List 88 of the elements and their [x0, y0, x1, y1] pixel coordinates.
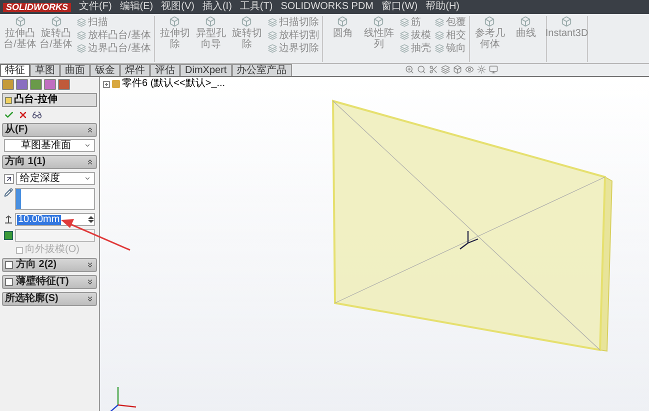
caret-icon [84, 142, 91, 149]
ribbon-tab[interactable]: 焊件 [120, 64, 150, 76]
layers-icon [400, 31, 409, 40]
layers-icon [400, 18, 409, 27]
axis-triad-drawing [110, 387, 136, 411]
cube-icon[interactable] [453, 65, 462, 74]
section-header[interactable]: 从(F) [2, 123, 97, 137]
layers-icon [434, 18, 444, 27]
pencil-icon [4, 188, 13, 197]
eye-icon[interactable] [465, 65, 474, 74]
depth-value: 10.00mm [17, 214, 61, 224]
end-condition-dropdown[interactable]: 给定深度 [16, 172, 95, 185]
section-checkbox[interactable] [5, 278, 13, 286]
depth-field[interactable]: 10.00mm [15, 213, 95, 226]
preview-icon[interactable] [32, 110, 42, 120]
ribbon-tab[interactable]: 曲面 [60, 64, 90, 76]
cube-icon [373, 16, 384, 27]
cube-icon [50, 16, 62, 27]
menu-item[interactable]: 文件(F) [79, 2, 112, 12]
section-title: 方向 2(2) [16, 260, 57, 270]
feature-title: 凸台-拉伸 [14, 95, 58, 105]
section-header[interactable]: 所选轮廓(S) [2, 292, 97, 306]
section-title: 薄壁特征(T) [16, 277, 69, 287]
monitor-icon[interactable] [489, 65, 498, 74]
cube-icon [14, 16, 26, 27]
draft-icon[interactable] [4, 231, 13, 240]
cube-icon [205, 16, 216, 27]
cube-icon [337, 16, 348, 27]
collapse-icon [86, 126, 94, 134]
feature-icon [5, 96, 12, 104]
layers-icon [77, 44, 86, 53]
menu-item[interactable]: 插入(I) [202, 2, 232, 12]
layers-icon [400, 44, 409, 53]
section-title: 方向 1(1) [5, 157, 46, 167]
tree-root[interactable]: 零件6 (默认<<默认>_... [122, 79, 226, 89]
ribbon-tab[interactable]: 评估 [150, 64, 180, 76]
caret-icon [84, 175, 91, 182]
layers-icon [268, 18, 277, 27]
cube-icon [561, 16, 572, 27]
ribbon-tab[interactable]: DimXpert [180, 64, 232, 76]
menu-item[interactable]: 窗口(W) [382, 2, 418, 12]
section-header[interactable]: 方向 2(2) [2, 258, 97, 272]
layers-icon [434, 44, 444, 53]
section-header[interactable]: 方向 1(1) [2, 155, 97, 169]
direction-selection-list[interactable] [15, 188, 95, 210]
confirm-icon[interactable] [4, 110, 14, 120]
menu-item[interactable]: 工具(T) [240, 2, 273, 12]
flip-direction-icon[interactable] [4, 174, 14, 184]
panel-tab-icon[interactable] [58, 79, 70, 90]
cube-icon [484, 16, 496, 27]
part-icon [112, 80, 120, 88]
section-title: 从(F) [5, 125, 28, 135]
menu-item[interactable]: 帮助(H) [426, 2, 460, 12]
origin-triad-drawing [460, 231, 478, 250]
ribbon-tab[interactable]: 特征 [0, 64, 30, 76]
spinner-icon[interactable] [88, 216, 94, 223]
expand-icon [86, 278, 94, 286]
sun-icon[interactable] [477, 65, 486, 74]
expand-icon [86, 261, 94, 269]
ribbon-tab[interactable]: 钣金 [90, 64, 120, 76]
section-title: 所选轮廓(S) [5, 294, 58, 304]
depth-icon [4, 215, 13, 224]
cube-icon [169, 16, 180, 27]
cube-icon [520, 16, 532, 27]
menu-item[interactable]: SOLIDWORKS PDM [280, 2, 374, 12]
search-icon[interactable] [417, 65, 426, 74]
cancel-icon[interactable] [18, 110, 28, 120]
collapse-icon [86, 158, 94, 166]
layers-icon [77, 31, 86, 40]
layers-icon[interactable] [441, 65, 450, 74]
section-header[interactable]: 薄壁特征(T) [2, 275, 97, 289]
cube-icon [241, 16, 252, 27]
menu-item[interactable]: 视图(V) [161, 2, 194, 12]
layers-icon [268, 44, 277, 53]
expand-icon [86, 295, 94, 303]
ribbon-tab[interactable]: 草图 [30, 64, 60, 76]
expand-tree-icon[interactable] [103, 80, 110, 88]
layers-icon [77, 18, 86, 27]
section-checkbox[interactable] [5, 261, 13, 269]
layers-icon [434, 31, 444, 40]
draft-angle-field[interactable] [15, 229, 95, 242]
menu-item[interactable]: 编辑(E) [120, 2, 154, 12]
scissors-icon[interactable] [429, 65, 438, 74]
layers-icon [268, 31, 277, 40]
zoom-in-icon[interactable] [405, 65, 414, 74]
start-dropdown[interactable]: 草图基准面 [4, 139, 95, 152]
ribbon-tab[interactable]: 办公室产品 [232, 64, 292, 76]
app-logo: SOLIDWORKS [3, 2, 71, 12]
